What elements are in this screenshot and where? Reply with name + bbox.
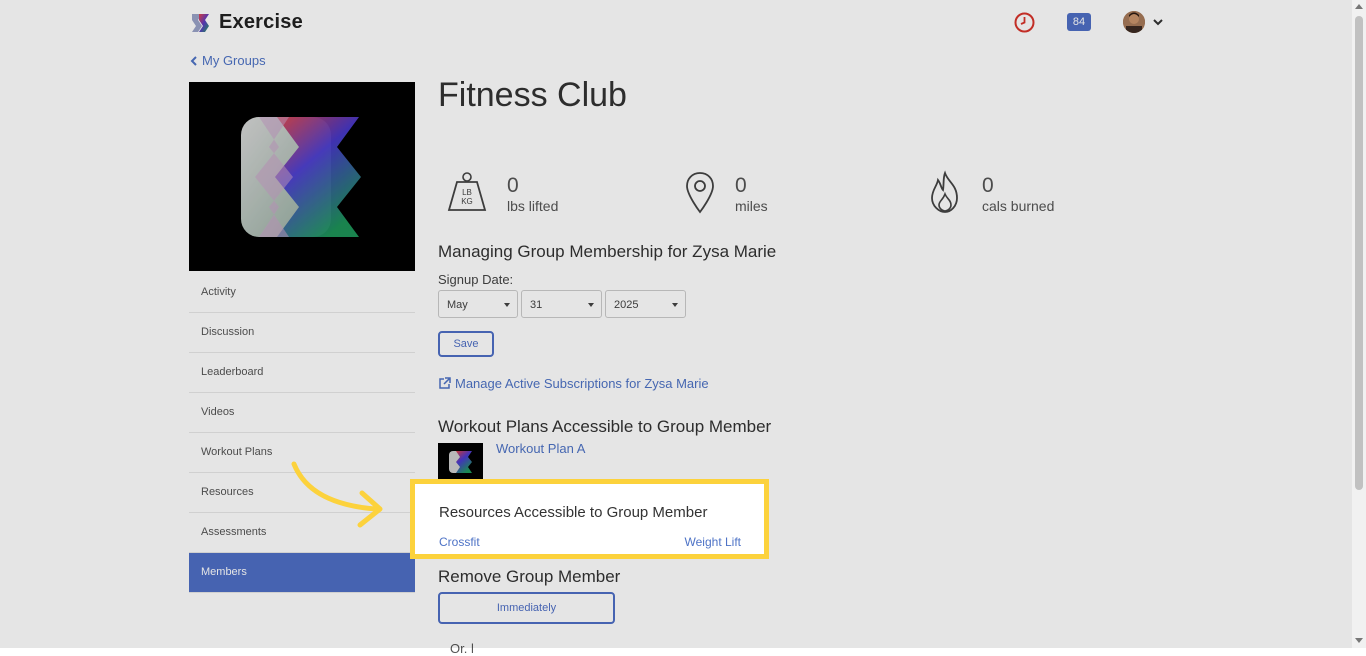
stat-value: 0 — [507, 174, 519, 197]
day-select[interactable]: 31 — [521, 290, 602, 318]
remove-member-heading: Remove Group Member — [438, 567, 621, 586]
save-button[interactable]: Save — [438, 331, 494, 357]
caret-down-icon — [504, 303, 510, 307]
clock-icon[interactable] — [1014, 12, 1035, 33]
stat-miles: 0 miles — [683, 170, 768, 216]
signup-date-label: Signup Date: — [438, 272, 514, 287]
workout-plan-link[interactable]: Workout Plan A — [496, 441, 585, 456]
year-select[interactable]: 2025 — [605, 290, 686, 318]
resources-highlight-box: Resources Accessible to Group Member Cro… — [410, 479, 769, 559]
brand[interactable]: Exercise — [190, 11, 303, 34]
avatar[interactable] — [1123, 11, 1145, 33]
manage-subscriptions-label: Manage Active Subscriptions for Zysa Mar… — [455, 376, 709, 391]
svg-text:KG: KG — [461, 197, 473, 206]
sidebar-item-leaderboard[interactable]: Leaderboard — [189, 353, 415, 393]
stat-label: miles — [735, 198, 768, 214]
sidebar-item-videos[interactable]: Videos — [189, 393, 415, 433]
scroll-down-icon[interactable] — [1355, 638, 1363, 643]
caret-down-icon — [588, 303, 594, 307]
app-name: Exercise — [219, 11, 303, 33]
avatar-icon — [1123, 11, 1145, 33]
month-value: May — [447, 299, 468, 311]
membership-heading: Managing Group Membership for Zysa Marie — [438, 242, 777, 261]
group-image — [189, 82, 415, 271]
vertical-scrollbar[interactable] — [1352, 0, 1366, 648]
external-link-icon — [439, 377, 451, 389]
back-link[interactable]: My Groups — [190, 53, 266, 68]
workout-plan-logo-icon — [449, 451, 472, 473]
remove-immediately-button[interactable]: Immediately — [438, 592, 615, 624]
day-value: 31 — [530, 299, 543, 311]
sidebar-item-discussion[interactable]: Discussion — [189, 313, 415, 353]
stat-label: cals burned — [982, 198, 1055, 214]
scrollbar-thumb[interactable] — [1355, 16, 1363, 490]
year-value: 2025 — [614, 299, 639, 311]
resources-heading: Resources Accessible to Group Member — [439, 504, 708, 521]
workout-plans-heading: Workout Plans Accessible to Group Member — [438, 417, 772, 436]
notification-badge[interactable]: 84 — [1067, 13, 1091, 31]
flame-icon — [931, 170, 958, 213]
partial-text: Or. l — [450, 641, 474, 656]
sidebar-nav: Activity Discussion Leaderboard Videos W… — [189, 273, 415, 593]
weight-icon: LB KG — [447, 172, 487, 211]
resource-link-crossfit[interactable]: Crossfit — [439, 535, 480, 549]
sidebar-item-activity[interactable]: Activity — [189, 273, 415, 313]
scroll-up-icon[interactable] — [1355, 4, 1363, 9]
group-logo-icon — [241, 117, 361, 237]
logo-icon — [192, 13, 209, 32]
resource-link-weight-lift[interactable]: Weight Lift — [685, 535, 741, 549]
stat-value: 0 — [735, 174, 747, 197]
chevron-left-icon — [190, 55, 197, 66]
stat-value: 0 — [982, 174, 994, 197]
back-link-label: My Groups — [202, 53, 266, 68]
chevron-down-icon[interactable] — [1152, 16, 1164, 28]
manage-subscriptions-link[interactable]: Manage Active Subscriptions for Zysa Mar… — [438, 376, 709, 391]
arrow-annotation-icon — [291, 461, 383, 528]
svg-text:LB: LB — [462, 188, 472, 197]
stat-lbs-lifted: LB KG 0 lbs lifted — [445, 170, 558, 216]
month-select[interactable]: May — [438, 290, 518, 318]
stat-cals-burned: 0 cals burned — [926, 170, 1054, 216]
page-title: Fitness Club — [438, 76, 627, 114]
workout-plan-thumbnail[interactable] — [438, 443, 483, 481]
caret-down-icon — [672, 303, 678, 307]
sidebar-item-members[interactable]: Members — [189, 553, 415, 593]
location-pin-icon — [686, 172, 714, 214]
stat-label: lbs lifted — [507, 198, 559, 214]
